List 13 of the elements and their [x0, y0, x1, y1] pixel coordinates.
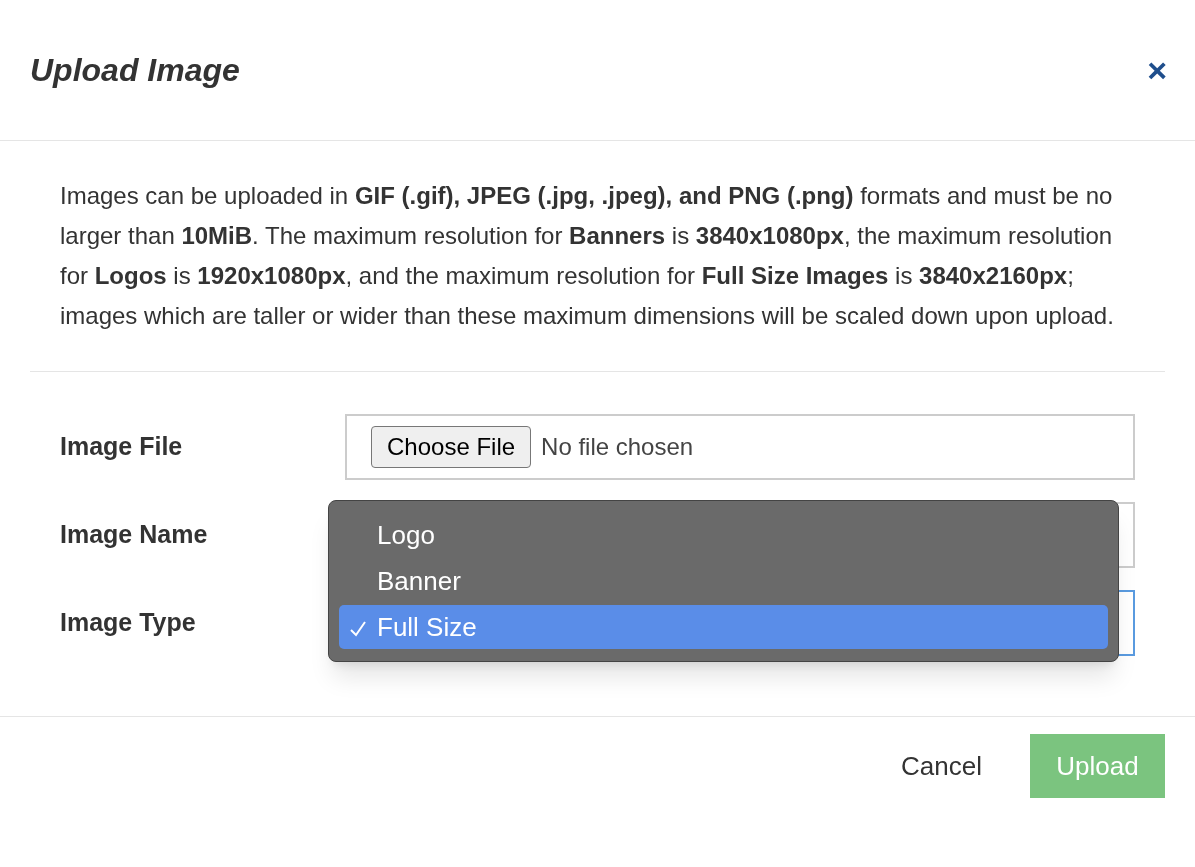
field-label: Image File: [60, 431, 184, 463]
cancel-button[interactable]: Cancel: [893, 734, 990, 798]
dialog-title: Upload Image: [30, 51, 240, 90]
field-label: Image Type: [60, 607, 197, 639]
choose-file-button[interactable]: Choose File: [371, 426, 532, 468]
field-label: Image Name: [60, 519, 209, 551]
dropdown-option[interactable]: Banner: [339, 559, 1108, 603]
dropdown-option[interactable]: Logo: [339, 513, 1108, 557]
file-status-text: No file chosen: [541, 432, 694, 462]
checkmark-icon: [349, 619, 367, 638]
file-input[interactable]: Choose File No file chosen: [345, 414, 1135, 480]
description-text: Images can be uploaded in GIF (.gif), JPEG (.jpg, .jpeg), and PNG (.png) formats and must be no larger than 10MiB. The maximum resolution for Banners is 3840x1080px, the maximum resolution for Logos is 1920x1080px, and the maximum resolution for Full Size Images is 3840x2160px; images which are taller or wider than these maximum dimensions will be scaled down upon upload.: [30, 141, 1165, 372]
close-button[interactable]: ×: [1147, 53, 1167, 87]
